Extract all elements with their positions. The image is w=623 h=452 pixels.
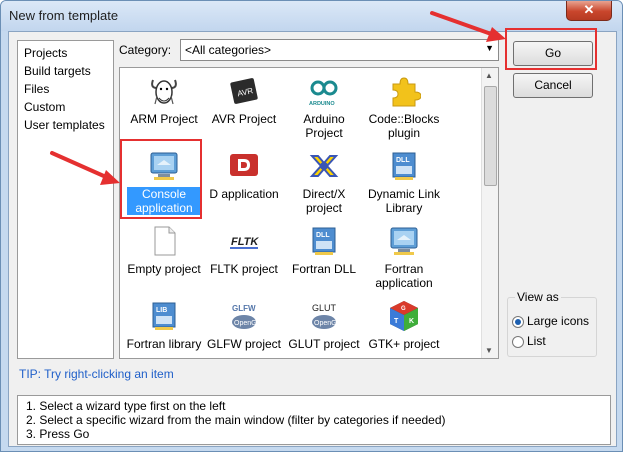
template-glfw-project[interactable]: GLFW OpenGL GLFW project (204, 299, 284, 351)
glut-opengl-icon: GLUT OpenGL (312, 303, 341, 329)
gtk-cube-icon: G T K (390, 301, 418, 331)
cancel-button[interactable]: Cancel (513, 73, 593, 98)
wizard-type-files[interactable]: Files (24, 82, 49, 96)
template-label: Code::Blocks plugin (368, 112, 440, 140)
glut-text: GLUT (312, 303, 337, 313)
template-label: Empty project (127, 262, 201, 276)
template-dynamic-link-library[interactable]: DLL Dynamic Link Library (364, 149, 444, 215)
d-language-icon (230, 154, 258, 176)
arduino-text: ARDUINO (309, 101, 335, 107)
dll-icon: DLL (392, 152, 416, 180)
avr-chip-icon: AVR (230, 78, 258, 104)
template-glut-project[interactable]: GLUT OpenGL GLUT project (284, 299, 364, 351)
lib-text: LIB (156, 307, 167, 314)
arrow-to-console-icon (50, 151, 120, 185)
wizard-type-custom[interactable]: Custom (24, 100, 65, 114)
view-as-title: View as (515, 290, 561, 304)
wizard-type-user-templates[interactable]: User templates (24, 118, 105, 132)
close-button[interactable]: ✕ (566, 1, 612, 21)
template-label: FLTK project (210, 262, 278, 276)
dll-text: DLL (316, 232, 330, 239)
console-monitor-icon (390, 227, 418, 255)
large-icons-label[interactable]: Large icons (527, 314, 589, 328)
opengl-text: OpenGL (314, 320, 341, 327)
template-label: GLFW project (206, 337, 281, 351)
category-selected-value: <All categories> (185, 43, 272, 57)
scroll-down-icon[interactable]: ▼ (485, 346, 493, 355)
fltk-text: FLTK (231, 236, 259, 248)
template-empty-project[interactable]: Empty project (124, 224, 204, 276)
template-label: D application (209, 187, 279, 201)
close-icon: ✕ (583, 2, 595, 17)
list-label[interactable]: List (527, 334, 546, 348)
scrollbar-thumb[interactable] (484, 86, 497, 186)
template-grid-scrollbar[interactable]: ▲ ▼ (481, 68, 498, 358)
wizard-type-projects[interactable]: Projects (24, 46, 67, 60)
template-arduino-project[interactable]: ARDUINO Arduino Project (284, 74, 364, 140)
template-fortran-dll[interactable]: DLL Fortran DLL (284, 224, 364, 276)
template-avr-project[interactable]: AVR AVR Project (204, 74, 284, 126)
directx-icon (309, 155, 339, 177)
template-fortran-application[interactable]: Fortran application (364, 224, 444, 290)
puzzle-piece-icon (392, 77, 421, 107)
template-label: Direct/X project (302, 187, 346, 215)
gtk-g-text: G (401, 306, 406, 312)
console-application-highlight (120, 139, 202, 219)
template-label: ARM Project (130, 112, 198, 126)
scroll-up-icon[interactable]: ▲ (485, 71, 493, 80)
dll-icon: DLL (312, 227, 336, 255)
instruction-step: 2. Select a specific wizard from the mai… (26, 413, 446, 427)
template-label: AVR Project (211, 112, 277, 126)
instruction-step: 1. Select a wizard type first on the lef… (26, 399, 226, 413)
template-label: Dynamic Link Library (367, 187, 441, 215)
wizard-type-list[interactable]: Projects Build targets Files Custom User… (17, 40, 114, 359)
large-icons-radio[interactable] (512, 316, 524, 328)
glfw-text: GLFW (232, 304, 256, 313)
arduino-icon: ARDUINO (309, 80, 338, 107)
dll-text: DLL (396, 157, 410, 164)
template-label: Fortran library (126, 337, 202, 351)
title-bar: New from template ✕ (1, 1, 622, 31)
template-directx-project[interactable]: Direct/X project (284, 149, 364, 215)
glfw-opengl-icon: GLFW OpenGL (232, 304, 261, 329)
template-label: Arduino Project (303, 112, 345, 140)
gnu-icon (151, 79, 177, 105)
fltk-icon: FLTK (230, 232, 259, 249)
gtk-t-text: T (394, 318, 399, 325)
template-label: Fortran application (375, 262, 433, 290)
template-label: GLUT project (288, 337, 360, 351)
template-fortran-library[interactable]: LIB Fortran library (124, 299, 204, 351)
tip-text: TIP: Try right-clicking an item (19, 367, 174, 381)
instructions-box: 1. Select a wizard type first on the lef… (17, 395, 611, 445)
template-label: GTK+ project (368, 337, 440, 351)
instruction-step: 3. Press Go (26, 427, 90, 441)
blank-page-icon (154, 226, 176, 256)
template-arm-project[interactable]: ARM Project (124, 74, 204, 126)
template-label: Fortran DLL (291, 262, 357, 276)
category-label: Category: (119, 43, 172, 57)
dialog-body: Projects Build targets Files Custom User… (8, 31, 617, 447)
chevron-down-icon: ▼ (485, 43, 494, 53)
list-radio[interactable] (512, 336, 524, 348)
arrow-to-go-icon (430, 11, 506, 42)
opengl-text: OpenGL (234, 320, 261, 327)
template-codeblocks-plugin[interactable]: Code::Blocks plugin (364, 74, 444, 140)
window-title: New from template (9, 8, 119, 23)
template-d-application[interactable]: D application (204, 149, 284, 201)
go-button-highlight (505, 28, 597, 70)
wizard-type-build-targets[interactable]: Build targets (24, 64, 91, 78)
gtk-k-text: K (409, 318, 414, 325)
library-icon: LIB (152, 302, 176, 330)
template-gtk-project[interactable]: G T K GTK+ project (364, 299, 444, 351)
template-fltk-project[interactable]: FLTK FLTK project (204, 224, 284, 276)
